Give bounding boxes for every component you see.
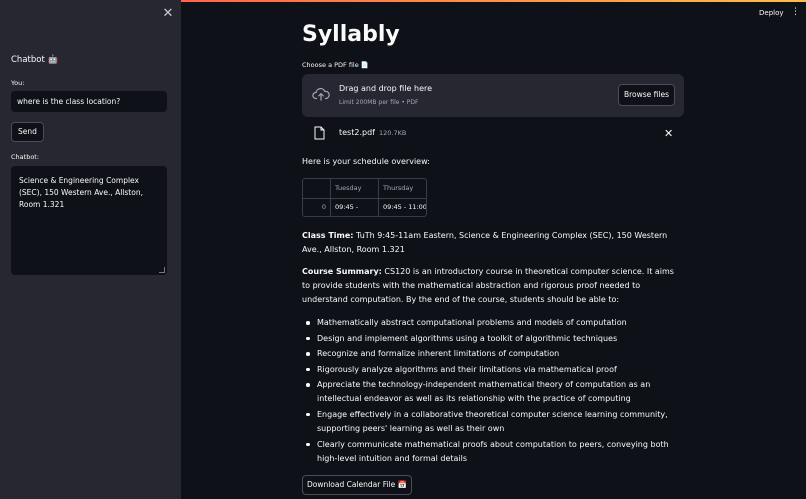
schedule-overview-text: Here is your schedule overview: [302, 157, 430, 166]
objectives-list: Mathematically abstract computational pr… [302, 316, 682, 467]
dropzone-title: Drag and drop file here [339, 84, 433, 93]
class-time-label: Class Time: [302, 231, 354, 240]
schedule-table[interactable]: Tuesday Thursday 0 09:45 - 11:00 09:45 -… [302, 178, 427, 217]
list-item: Design and implement algorithms using a … [302, 332, 682, 346]
resize-handle-icon[interactable] [159, 267, 165, 273]
cloud-upload-icon [312, 87, 330, 101]
table-cell[interactable]: 09:45 - 11:00 [331, 198, 379, 216]
uploaded-file: test2.pdf 120.7KB [339, 128, 406, 137]
you-label: You: [11, 79, 25, 87]
file-dropzone[interactable]: Drag and drop file here Limit 200MB per … [302, 74, 684, 117]
table-header-row: Tuesday Thursday [303, 179, 426, 199]
main-menu-icon[interactable]: ⋮ [791, 7, 800, 17]
file-icon [314, 126, 325, 140]
table-row: 0 09:45 - 11:00 09:45 - 11:00 [303, 198, 426, 216]
class-time-text: TuTh 9:45-11am Eastern, Science & Engine… [302, 231, 668, 254]
uploader-label: Choose a PDF file 📄 [302, 61, 369, 69]
file-size: 120.7KB [378, 129, 407, 137]
download-calendar-button[interactable]: Download Calendar File 📅 [302, 475, 412, 495]
sidebar: ✕ Chatbot 🤖 You: where is the class loca… [0, 0, 181, 499]
list-item: Recognize and formalize inherent limitat… [302, 347, 682, 361]
send-button[interactable]: Send [11, 122, 44, 142]
list-item: Rigorously analyze algorithms and their … [302, 363, 682, 377]
table-index-cell: 0 [303, 198, 331, 216]
class-time-paragraph: Class Time: TuTh 9:45-11am Eastern, Scie… [302, 229, 682, 257]
file-name: test2.pdf [339, 128, 375, 137]
chatbot-response-text: Science & Engineering Complex (SEC), 150… [19, 176, 143, 209]
table-header-cell [303, 179, 331, 198]
dropzone-limit: Limit 200MB per file • PDF [339, 99, 419, 106]
list-item: Mathematically abstract computational pr… [302, 316, 682, 330]
browse-files-button[interactable]: Browse files [618, 84, 675, 106]
deploy-button[interactable]: Deploy [759, 9, 784, 17]
list-item: Clearly communicate mathematical proofs … [302, 438, 682, 466]
table-header-cell[interactable]: Tuesday [331, 179, 379, 198]
list-item: Engage effectively in a collaborative th… [302, 408, 682, 436]
remove-file-icon[interactable]: ✕ [664, 128, 673, 139]
course-summary-paragraph: Course Summary: CS120 is an introductory… [302, 265, 682, 307]
table-cell[interactable]: 09:45 - 11:00 [379, 198, 426, 216]
page-title: Syllably [302, 22, 400, 47]
table-header-cell[interactable]: Thursday [379, 179, 426, 198]
chat-input[interactable]: where is the class location? [11, 91, 167, 112]
course-summary-label: Course Summary: [302, 267, 382, 276]
list-item: Appreciate the technology-independent ma… [302, 378, 682, 406]
sidebar-title: Chatbot 🤖 [11, 55, 59, 65]
chatbot-label: Chatbot: [11, 153, 40, 161]
close-icon[interactable]: ✕ [161, 7, 175, 21]
chatbot-response-area[interactable]: Science & Engineering Complex (SEC), 150… [11, 166, 167, 275]
